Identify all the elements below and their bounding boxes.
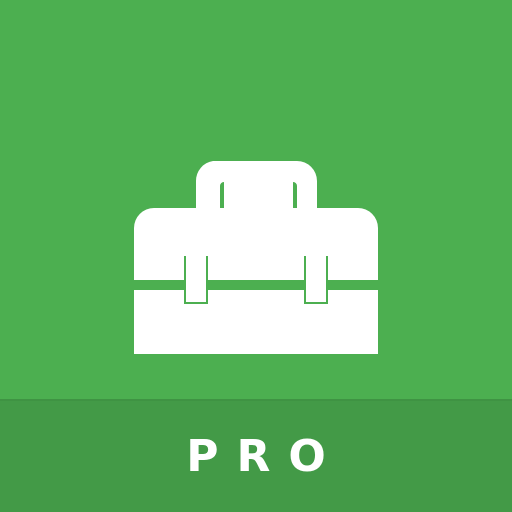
pro-label: PRO: [186, 430, 344, 482]
pro-banner: PRO: [0, 399, 512, 512]
icon-background: [0, 0, 512, 399]
toolbox-icon: [134, 158, 378, 354]
app-icon: PRO: [0, 0, 512, 512]
